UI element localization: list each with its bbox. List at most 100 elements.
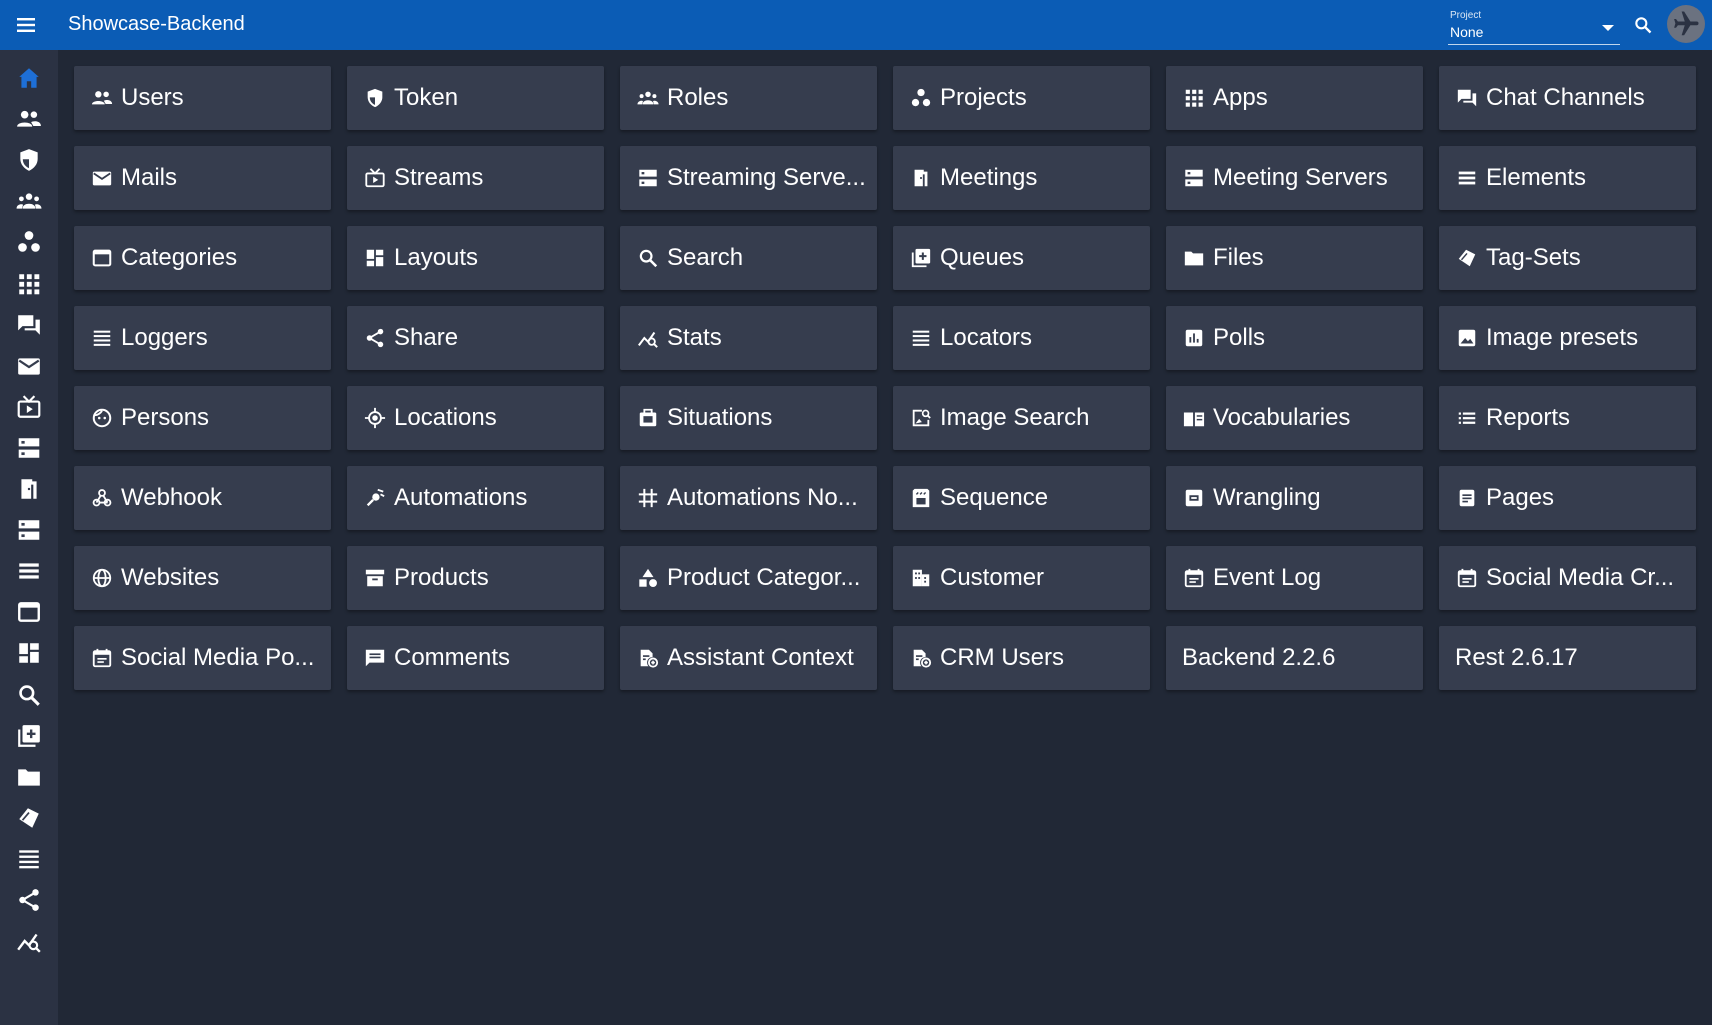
tile-label: Assistant Context — [667, 644, 854, 671]
tile-label: Persons — [121, 404, 210, 431]
module-tile[interactable]: Sequence — [893, 466, 1150, 530]
module-tile[interactable]: Search — [620, 226, 877, 290]
module-tile[interactable]: Meetings — [893, 146, 1150, 210]
menu-button[interactable] — [10, 9, 42, 41]
module-tile[interactable]: Reports — [1439, 386, 1696, 450]
module-tile[interactable]: CRM Users — [893, 626, 1150, 690]
tile-icon — [363, 246, 387, 270]
module-tile[interactable]: Social Media Po... — [74, 626, 331, 690]
apps-icon — [19, 273, 40, 294]
module-tile[interactable]: Automations — [347, 466, 604, 530]
module-tile[interactable]: Files — [1166, 226, 1423, 290]
category-icon — [639, 568, 657, 587]
module-tile[interactable]: Layouts — [347, 226, 604, 290]
module-tile[interactable]: Queues — [893, 226, 1150, 290]
module-tile[interactable]: Locations — [347, 386, 604, 450]
module-tile[interactable]: Share — [347, 306, 604, 370]
sidebar-item[interactable] — [0, 56, 58, 100]
module-tile[interactable]: Categories — [74, 226, 331, 290]
sidebar-item[interactable] — [0, 138, 58, 182]
tile-icon — [1455, 246, 1479, 270]
module-tile[interactable]: Product Categor... — [620, 546, 877, 610]
module-tile[interactable]: Streaming Serve... — [620, 146, 877, 210]
tile-icon — [363, 646, 387, 670]
sidebar-item[interactable] — [0, 673, 58, 717]
folder-icon — [1184, 251, 1204, 266]
sidebar-item[interactable] — [0, 262, 58, 306]
module-tile[interactable]: Apps — [1166, 66, 1423, 130]
tile-icon — [363, 86, 387, 110]
sidebar-item[interactable] — [0, 97, 58, 141]
module-tile[interactable]: Backend 2.2.6 — [1166, 626, 1423, 690]
grid-icon — [638, 488, 658, 508]
sidebar-item[interactable] — [0, 878, 58, 922]
module-tile[interactable]: Locators — [893, 306, 1150, 370]
module-tile[interactable]: Tag-Sets — [1439, 226, 1696, 290]
sidebar-item[interactable] — [0, 220, 58, 264]
tile-icon — [1455, 326, 1479, 350]
tile-label: Apps — [1213, 84, 1268, 111]
module-tile[interactable]: Webhook — [74, 466, 331, 530]
sidebar-item[interactable] — [0, 837, 58, 881]
sidebar-item[interactable] — [0, 385, 58, 429]
module-tile[interactable]: Loggers — [74, 306, 331, 370]
sidebar-item[interactable] — [0, 179, 58, 223]
tile-icon — [909, 326, 933, 350]
module-tile[interactable]: Projects — [893, 66, 1150, 130]
module-tile[interactable]: Chat Channels — [1439, 66, 1696, 130]
sidebar-item[interactable] — [0, 755, 58, 799]
window-icon — [92, 249, 112, 267]
user-avatar[interactable] — [1667, 5, 1705, 43]
module-tile[interactable]: Persons — [74, 386, 331, 450]
tile-label: Websites — [121, 564, 220, 591]
module-tile[interactable]: Customer — [893, 546, 1150, 610]
stats-icon — [638, 331, 658, 348]
sidebar-item[interactable] — [0, 796, 58, 840]
sidebar-item[interactable] — [0, 303, 58, 347]
stream-icon — [365, 168, 385, 188]
module-tile[interactable]: Token — [347, 66, 604, 130]
sidebar-item[interactable] — [0, 467, 58, 511]
module-tile[interactable]: Mails — [74, 146, 331, 210]
module-tile[interactable]: Automations No... — [620, 466, 877, 530]
sidebar-item[interactable] — [0, 426, 58, 470]
sidebar-item[interactable] — [0, 590, 58, 634]
module-tile[interactable]: Users — [74, 66, 331, 130]
module-tile[interactable]: Roles — [620, 66, 877, 130]
module-tile[interactable]: Pages — [1439, 466, 1696, 530]
sidebar-item[interactable] — [0, 549, 58, 593]
window-icon — [18, 602, 40, 623]
project-select[interactable]: Project None — [1448, 8, 1620, 45]
sidebar-item[interactable] — [0, 344, 58, 388]
sidebar-item[interactable] — [0, 508, 58, 552]
module-tile[interactable]: Event Log — [1166, 546, 1423, 610]
module-tile[interactable]: Websites — [74, 546, 331, 610]
module-tile[interactable]: Stats — [620, 306, 877, 370]
module-tile[interactable]: Vocabularies — [1166, 386, 1423, 450]
module-tile[interactable]: Products — [347, 546, 604, 610]
module-tile[interactable]: Meeting Servers — [1166, 146, 1423, 210]
module-tile[interactable]: Elements — [1439, 146, 1696, 210]
module-tile[interactable]: Social Media Cr... — [1439, 546, 1696, 610]
module-tile[interactable]: Comments — [347, 626, 604, 690]
tile-icon — [1182, 326, 1206, 350]
header-search-button[interactable] — [1630, 12, 1656, 38]
tile-label: Social Media Cr... — [1486, 564, 1675, 591]
tile-icon — [636, 646, 660, 670]
tile-label: Image Search — [940, 404, 1090, 431]
module-tile[interactable]: Streams — [347, 146, 604, 210]
tile-label: Tag-Sets — [1486, 244, 1581, 271]
tile-icon — [363, 486, 387, 510]
module-tile[interactable]: Assistant Context — [620, 626, 877, 690]
module-tile[interactable]: Polls — [1166, 306, 1423, 370]
module-tile[interactable]: Rest 2.6.17 — [1439, 626, 1696, 690]
sidebar-item[interactable] — [0, 714, 58, 758]
module-tile[interactable]: Image presets — [1439, 306, 1696, 370]
module-tile[interactable]: Wrangling — [1166, 466, 1423, 530]
page-icon — [1459, 489, 1475, 507]
app-title: Showcase-Backend — [68, 13, 245, 35]
module-tile[interactable]: Image Search — [893, 386, 1150, 450]
module-tile[interactable]: Situations — [620, 386, 877, 450]
sidebar-item[interactable] — [0, 631, 58, 675]
sidebar-item[interactable] — [0, 919, 58, 963]
